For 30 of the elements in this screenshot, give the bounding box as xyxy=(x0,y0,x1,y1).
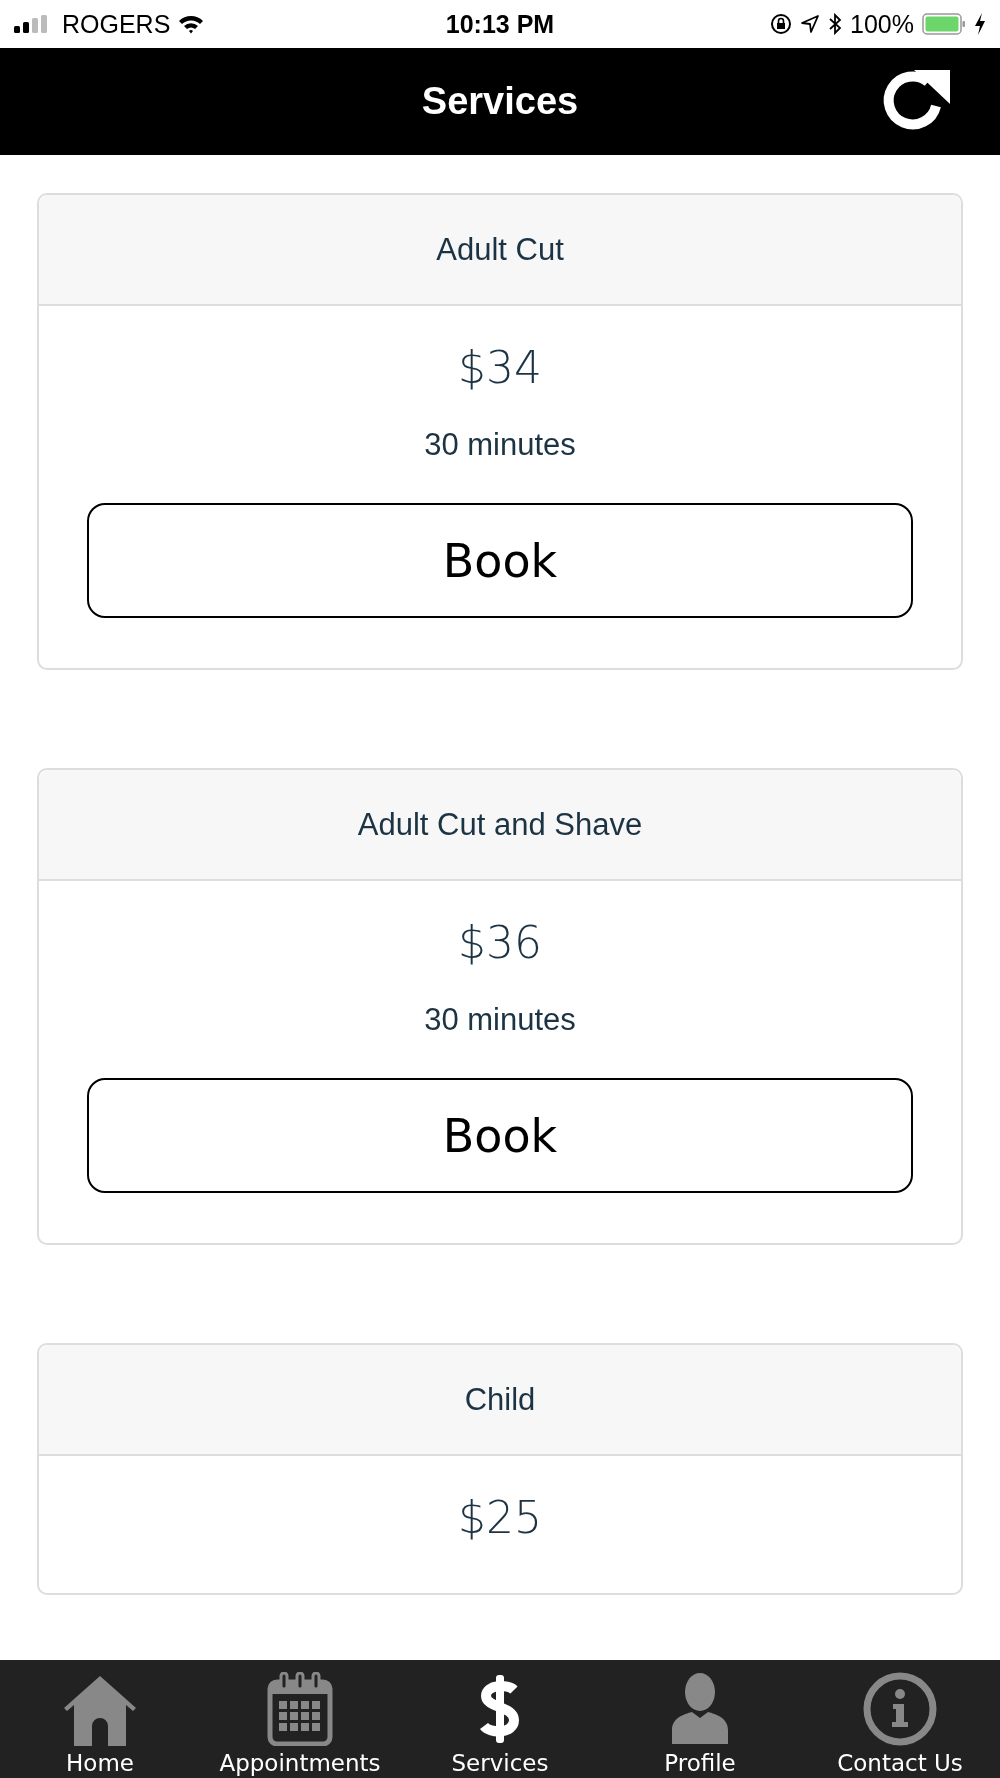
service-name: Adult Cut and Shave xyxy=(357,806,643,843)
battery-percent: 100% xyxy=(850,9,914,39)
service-duration: 30 minutes xyxy=(424,1002,576,1038)
book-button[interactable]: Book xyxy=(87,1078,913,1193)
service-duration: 30 minutes xyxy=(424,427,576,463)
calendar-icon xyxy=(267,1672,333,1746)
location-arrow-icon xyxy=(800,14,821,34)
charging-bolt-icon xyxy=(974,13,986,35)
service-price: $25 xyxy=(458,1492,542,1543)
tab-item[interactable]: Services xyxy=(405,1664,595,1778)
service-name: Adult Cut xyxy=(436,231,564,268)
tab-item[interactable]: Home xyxy=(5,1666,195,1778)
tab-item[interactable]: Contact Us xyxy=(805,1664,995,1778)
battery-icon xyxy=(922,13,966,35)
service-name: Child xyxy=(464,1381,536,1418)
service-price: $36 xyxy=(458,917,542,968)
bluetooth-icon xyxy=(828,13,843,35)
orientation-lock-icon xyxy=(770,13,793,35)
book-button[interactable]: Book xyxy=(87,503,913,618)
person-icon xyxy=(670,1672,730,1746)
screen-title: Services xyxy=(421,80,579,123)
wifi-icon xyxy=(178,14,205,34)
tab-item[interactable]: Profile xyxy=(605,1664,795,1778)
carrier-name: ROGERS xyxy=(62,9,171,39)
dollar-icon xyxy=(478,1672,522,1746)
service-price: $34 xyxy=(458,342,542,393)
house-icon xyxy=(63,1674,137,1746)
clock-time: 10:13 PM xyxy=(445,9,555,39)
tab-item[interactable]: Appointments xyxy=(205,1664,395,1778)
info-icon xyxy=(863,1672,937,1746)
